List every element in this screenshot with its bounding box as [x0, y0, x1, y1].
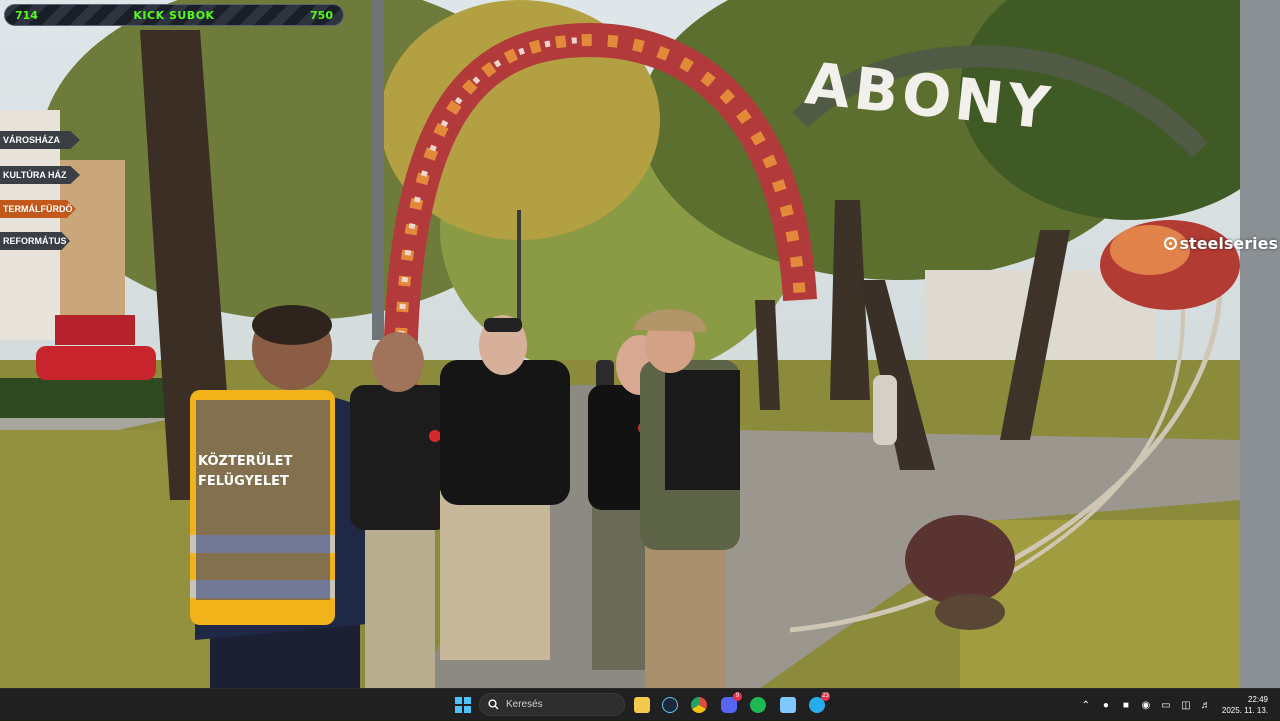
vest-label-line1: KÖZTERÜLET: [198, 454, 293, 469]
street-sign-label: KULTÚRA HÁZ: [3, 170, 67, 180]
street-sign-label: TERMÁLFÜRDŐ: [3, 204, 73, 214]
street-sign-label: VÁROSHÁZA: [3, 135, 61, 145]
taskbar-clock[interactable]: 22:49 2025. 11. 13.: [1222, 694, 1268, 716]
steam-icon[interactable]: [662, 697, 678, 713]
video-frame: VÁROSHÁZA KULTÚRA HÁZ TERMÁLFÜRDŐ REFORM…: [0, 0, 1280, 688]
street-sign-varoshaza: VÁROSHÁZA: [0, 131, 80, 149]
windows-logo-icon: [455, 697, 462, 704]
volume-icon[interactable]: ♬: [1200, 699, 1212, 711]
street-sign-kultura-haz: KULTÚRA HÁZ: [0, 166, 80, 184]
telegram-icon[interactable]: 23: [809, 692, 830, 713]
steam-tray-icon[interactable]: ◉: [1140, 699, 1152, 711]
windows-logo-icon-part: [455, 706, 462, 713]
vest-label: KÖZTERÜLET FELÜGYELET: [198, 452, 292, 492]
search-icon: [488, 699, 499, 710]
discord-tray-icon[interactable]: ■: [1120, 699, 1132, 711]
chevron-up-icon[interactable]: ⌃: [1080, 699, 1092, 711]
copilot-icon[interactable]: ●: [1100, 699, 1112, 711]
windows-logo-icon-part: [464, 706, 471, 713]
taskbar-search-box[interactable]: Keresés: [479, 693, 625, 716]
display-icon[interactable]: ▭: [1160, 699, 1172, 711]
sub-goal-target: 750: [310, 8, 333, 22]
network-icon[interactable]: ◫: [1180, 699, 1192, 711]
telegram-notification-badge: 23: [821, 692, 830, 701]
street-sign-label: REFORMÁTUS: [3, 236, 67, 246]
steelseries-watermark: steelseries: [1163, 234, 1278, 253]
clock-date: 2025. 11. 13.: [1221, 706, 1268, 715]
street-sign-reformatus: REFORMÁTUS: [0, 232, 70, 250]
sub-goal-title: KICK SUBOK: [133, 8, 215, 22]
clock-time: 22:49: [1247, 695, 1268, 704]
spotify-icon[interactable]: [750, 697, 766, 713]
discord-icon[interactable]: 9: [721, 692, 742, 713]
kick-sub-goal-bar: 714 KICK SUBOK 750: [4, 4, 344, 26]
arch-sign-text: ABONY: [802, 49, 1057, 143]
windows-taskbar: Keresés 9 23 ⌃ ● ■ ◉ ▭ ◫ ♬ 22:49 2025. 1…: [0, 688, 1280, 720]
street-sign-termalfurdo: TERMÁLFÜRDŐ: [0, 200, 76, 218]
chrome-icon[interactable]: [691, 697, 707, 713]
steelseries-logo-icon: [1163, 237, 1177, 250]
watermark-text: steelseries: [1179, 234, 1278, 253]
vest-label-line2: FELÜGYELET: [198, 474, 289, 489]
system-tray: ⌃ ● ■ ◉ ▭ ◫ ♬ 22:49 2025. 11. 13.: [1076, 689, 1280, 721]
discord-notification-badge: 9: [733, 692, 742, 701]
windows-logo-icon-part: [464, 697, 471, 704]
notepad-icon[interactable]: [780, 697, 796, 713]
arch-sign: ABONY: [802, 49, 1165, 152]
search-placeholder: Keresés: [506, 699, 543, 710]
file-explorer-icon[interactable]: [634, 697, 650, 713]
start-button[interactable]: [455, 697, 471, 713]
sub-goal-current: 714: [15, 8, 38, 22]
